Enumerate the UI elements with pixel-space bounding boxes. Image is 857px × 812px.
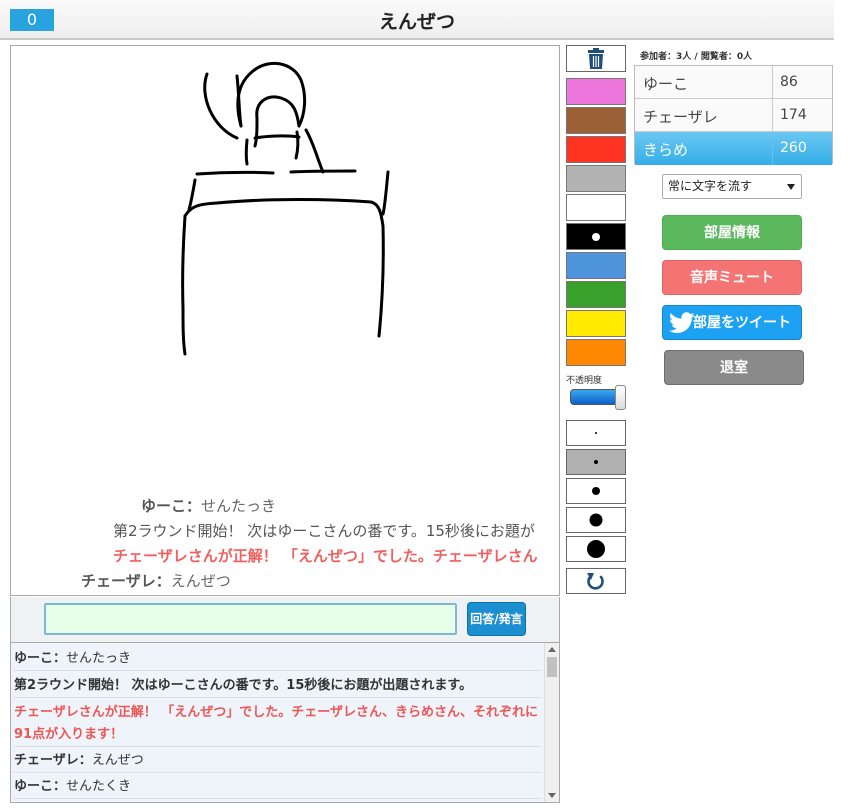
mute-audio-button[interactable]: 音声ミュート (662, 260, 802, 295)
brush-size-dot (594, 460, 598, 464)
brush-size-dot (595, 432, 597, 434)
chat-log[interactable]: ゆーこ：せんたっき 第2ラウンド開始！ 次はゆーこさんの番です。15秒後にお題が… (10, 642, 560, 803)
brush-size-dot (589, 513, 603, 527)
drawing-canvas[interactable]: ゆーこ：せんたっき 第2ラウンド開始！ 次はゆーこさんの番です。15秒後にお題が… (10, 45, 560, 596)
brush-size-dot (592, 487, 600, 495)
color-swatch[interactable] (566, 107, 626, 134)
app-root: 0 えんぜつ ゆーこ：せんたっき 第2ラウンド開始！ 次はゆーこさんの番です。1… (0, 0, 857, 812)
answer-row: 回答/発言 (10, 597, 560, 642)
flow-message-3: チェーザレさんが正解！ 「えんぜつ」でした。チェーザレさん (113, 547, 538, 565)
ranking-row: ゆーこ 86 (635, 66, 832, 99)
text-flow-mode-value: 常に文字を流す (668, 179, 753, 193)
color-swatch[interactable] (566, 136, 626, 163)
ranking-row: チェーザレ 174 (635, 99, 832, 132)
flow-message-4: チェーザレ：えんぜつ (81, 572, 231, 590)
text-flow-mode-select[interactable]: 常に文字を流す (662, 174, 802, 199)
selected-color-marker (592, 232, 600, 241)
color-swatch[interactable] (566, 281, 626, 308)
room-info-button[interactable]: 部屋情報 (662, 215, 802, 250)
player-score: 174 (772, 99, 832, 132)
color-swatch[interactable] (566, 78, 626, 105)
answer-input[interactable] (44, 603, 457, 635)
color-swatch[interactable] (566, 310, 626, 337)
ranking-table: ゆーこ 86 チェーザレ 174 きらめ 260 (634, 65, 833, 165)
brush-size-button[interactable] (566, 478, 626, 504)
leave-room-button[interactable]: 退室 (664, 350, 804, 385)
player-name: チェーザレ (643, 108, 718, 126)
brush-size-button[interactable] (566, 420, 626, 446)
log-item: ゆーこ：せんたくき (14, 776, 541, 799)
scroll-thumb[interactable] (547, 657, 557, 677)
participants-count: 参加者：3人 / 閲覧者：0人 (640, 52, 753, 62)
color-swatch[interactable] (566, 339, 626, 366)
clear-canvas-button[interactable] (566, 45, 626, 72)
answer-submit-button[interactable]: 回答/発言 (467, 602, 526, 636)
brush-size-button[interactable] (566, 507, 626, 533)
color-swatch[interactable] (566, 194, 626, 221)
brush-size-button[interactable] (566, 536, 626, 562)
log-item: ゆーこ：せんたっき (14, 648, 541, 671)
ranking-row-current: きらめ 260 (635, 132, 832, 165)
trash-icon (588, 48, 604, 69)
flow-message-2: 第2ラウンド開始！ 次はゆーこさんの番です。15秒後にお題が (113, 522, 535, 540)
brush-size-dot (587, 540, 605, 558)
log-item: 第2ラウンド開始！ 次はゆーこさんの番です。15秒後にお題が出題されます。 (14, 675, 541, 698)
log-item: チェーザレさんが正解！ 「えんぜつ」でした。チェーザレさん、きらめさん、それぞれ… (14, 702, 541, 747)
tweet-room-label: 部屋をツイート (693, 315, 791, 331)
tweet-room-button[interactable]: 部屋をツイート (662, 305, 802, 340)
drawing-strokes (181, 61, 390, 356)
color-swatch[interactable] (566, 165, 626, 192)
chevron-down-icon (787, 184, 795, 190)
log-item: チェーザレ：えんぜつ (14, 750, 541, 773)
color-swatch[interactable] (566, 223, 626, 250)
player-name: きらめ (643, 141, 689, 159)
scroll-down-icon[interactable] (548, 793, 556, 798)
page-title: えんぜつ (378, 11, 455, 33)
player-name: ゆーこ (643, 75, 689, 93)
opacity-slider-track[interactable] (570, 389, 619, 405)
flow-message-1: ゆーこ：せんたっき (141, 497, 277, 515)
opacity-slider-thumb[interactable] (615, 385, 626, 410)
brush-size-button[interactable] (566, 449, 626, 475)
player-score: 86 (772, 66, 832, 99)
undo-button[interactable] (566, 568, 626, 594)
twitter-bird-icon (669, 312, 695, 333)
undo-icon (587, 573, 604, 590)
opacity-slider[interactable] (570, 385, 629, 410)
log-scrollbar[interactable] (544, 643, 559, 802)
scroll-up-icon[interactable] (548, 647, 556, 652)
header-bar: 0 えんぜつ (0, 0, 834, 40)
color-swatch[interactable] (566, 252, 626, 279)
player-score: 260 (772, 132, 832, 165)
